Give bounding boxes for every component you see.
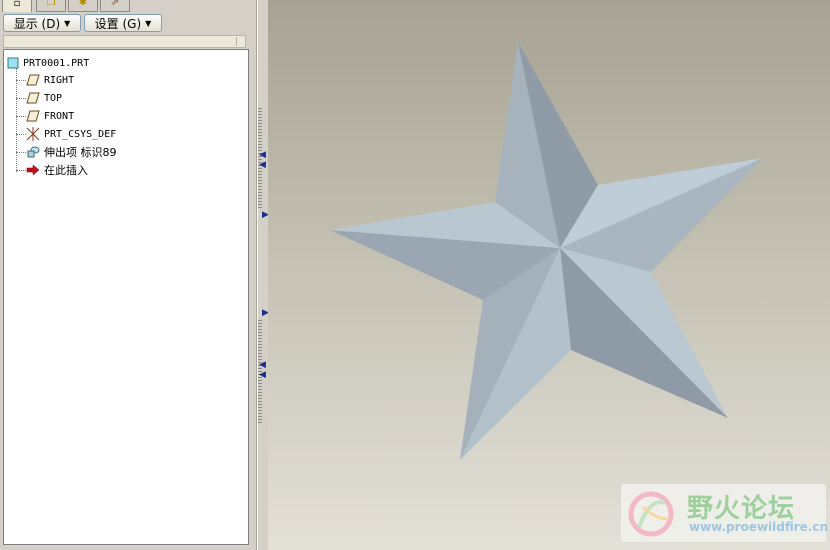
panel-splitter[interactable]: ◀ ◀ ▶ ▶ ◀ ◀ — [257, 0, 269, 550]
connections-tab-icon: ⇗ — [110, 0, 120, 8]
tree-connector — [16, 170, 26, 171]
tree-item-label: RIGHT — [44, 74, 75, 86]
tree-root-label: PRT0001.PRT — [23, 57, 90, 69]
model-tree-tab-icon: ▫ — [13, 0, 21, 9]
column-resize-grip[interactable] — [236, 37, 243, 46]
tree-item-label: FRONT — [44, 110, 75, 122]
datum-plane-icon — [26, 92, 40, 104]
tree-item-label: 伸出项 标识89 — [44, 146, 117, 159]
tree-item-protrusion[interactable]: 伸出项 标识89 — [26, 144, 117, 160]
tree-connector — [16, 98, 26, 99]
insert-here-arrow-icon — [26, 164, 40, 176]
tree-connector — [16, 152, 26, 153]
dropdown-arrow-icon: ▼ — [145, 18, 152, 28]
model-tree: PRT0001.PRT RIGHT TOP FRONT PRT_CSYS_DEF… — [3, 49, 249, 545]
settings-dropdown-button[interactable]: 设置 (G) ▼ — [84, 14, 162, 32]
flame-logo-icon — [628, 491, 674, 537]
tree-item-csys[interactable]: PRT_CSYS_DEF — [26, 126, 116, 142]
tree-item-right[interactable]: RIGHT — [26, 72, 74, 88]
tab-favorites[interactable]: ✱ — [68, 0, 98, 12]
tree-item-front[interactable]: FRONT — [26, 108, 74, 124]
folder-browser-tab-icon: ❐ — [46, 0, 56, 8]
datum-plane-icon — [26, 110, 40, 122]
settings-button-label: 设置 (G) — [94, 16, 142, 31]
part-icon — [7, 57, 19, 69]
tree-item-top[interactable]: TOP — [26, 90, 62, 106]
tree-item-label: 在此插入 — [44, 164, 88, 177]
tree-item-label: PRT_CSYS_DEF — [44, 128, 117, 140]
tree-item-label: TOP — [44, 92, 63, 104]
protrusion-feature-icon — [27, 146, 40, 158]
collapse-left-icon[interactable]: ◀ — [259, 160, 266, 170]
tab-connections[interactable]: ⇗ — [100, 0, 130, 12]
navigator-tabs: ▫ ❐ ✱ ⇗ — [0, 0, 256, 12]
tree-item-insert-here[interactable]: 在此插入 — [26, 162, 88, 178]
show-button-label: 显示 (D) — [13, 16, 61, 31]
tree-root[interactable]: PRT0001.PRT — [7, 55, 89, 71]
navigator-toolbar: 显示 (D) ▼ 设置 (G) ▼ — [0, 13, 256, 33]
forum-watermark: 野火论坛 www.proewildfire.cn — [621, 484, 829, 542]
tree-connector — [16, 80, 26, 81]
collapse-left-icon[interactable]: ◀ — [259, 360, 266, 370]
show-dropdown-button[interactable]: 显示 (D) ▼ — [3, 14, 81, 32]
tab-folder-browser[interactable]: ❐ — [36, 0, 66, 12]
collapse-left-icon[interactable]: ◀ — [259, 370, 266, 380]
watermark-url: www.proewildfire.cn — [689, 520, 829, 534]
tab-model-tree[interactable]: ▫ — [2, 0, 32, 12]
graphics-window[interactable]: 野火论坛 www.proewildfire.cn — [268, 0, 830, 550]
navigator-panel: ▫ ❐ ✱ ⇗ 显示 (D) ▼ 设置 (G) ▼ PRT0001.PRT RI… — [0, 0, 257, 550]
datum-plane-icon — [26, 74, 40, 86]
dropdown-arrow-icon: ▼ — [64, 18, 71, 28]
coordinate-system-icon — [26, 127, 40, 141]
favorites-tab-icon: ✱ — [78, 0, 88, 8]
tree-connector — [16, 68, 17, 172]
tree-connector — [16, 116, 26, 117]
tree-connector — [16, 134, 26, 135]
star-model[interactable] — [268, 0, 830, 550]
collapse-left-icon[interactable]: ◀ — [259, 150, 266, 160]
tree-column-header[interactable] — [3, 35, 246, 48]
